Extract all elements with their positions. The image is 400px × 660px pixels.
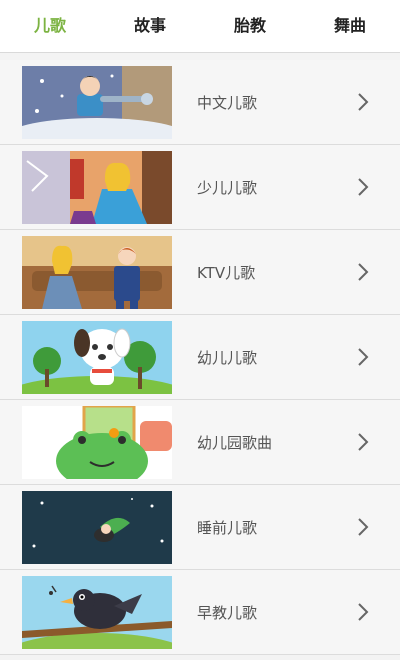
chevron-right-icon xyxy=(358,93,369,111)
puppy-illustration-icon xyxy=(22,320,172,394)
category-list: 中文儿歌 少儿儿歌 KTV儿歌 幼儿儿歌 幼儿园歌曲 睡前儿歌 早教儿歌 xyxy=(0,60,400,655)
chevron-right-icon xyxy=(358,348,369,366)
crow-illustration-icon xyxy=(22,575,172,649)
list-item-label: 睡前儿歌 xyxy=(197,518,258,537)
list-item-toddler-songs[interactable]: 幼儿儿歌 xyxy=(0,315,400,400)
couple-illustration-icon xyxy=(22,235,172,309)
list-item-early-education-songs[interactable]: 早教儿歌 xyxy=(0,570,400,655)
tab-prenatal[interactable]: 胎教 xyxy=(200,0,300,52)
chevron-right-icon xyxy=(358,263,369,281)
green-frog-illustration-icon xyxy=(22,405,172,479)
tab-stories[interactable]: 故事 xyxy=(100,0,200,52)
tab-dance-music[interactable]: 舞曲 xyxy=(300,0,400,52)
list-item-bedtime-songs[interactable]: 睡前儿歌 xyxy=(0,485,400,570)
category-tab-bar: 儿歌 故事 胎教 舞曲 xyxy=(0,0,400,53)
list-item-ktv-songs[interactable]: KTV儿歌 xyxy=(0,230,400,315)
snow-girl-illustration-icon xyxy=(22,65,172,139)
list-item-label: 中文儿歌 xyxy=(197,93,258,112)
moon-night-illustration-icon xyxy=(22,490,172,564)
chevron-right-icon xyxy=(358,178,369,196)
list-item-kindergarten-songs[interactable]: 幼儿园歌曲 xyxy=(0,400,400,485)
list-item-kids-songs[interactable]: 少儿儿歌 xyxy=(0,145,400,230)
chevron-right-icon xyxy=(358,518,369,536)
list-item-label: 早教儿歌 xyxy=(197,603,258,622)
list-item-label: 幼儿园歌曲 xyxy=(197,433,273,452)
chevron-right-icon xyxy=(358,433,369,451)
list-item-label: 幼儿儿歌 xyxy=(197,348,258,367)
chevron-right-icon xyxy=(358,603,369,621)
list-item-chinese-songs[interactable]: 中文儿歌 xyxy=(0,60,400,145)
tab-children-songs[interactable]: 儿歌 xyxy=(0,0,100,52)
list-item-label: 少儿儿歌 xyxy=(197,178,258,197)
princess-illustration-icon xyxy=(22,150,172,224)
list-item-label: KTV儿歌 xyxy=(197,263,256,282)
